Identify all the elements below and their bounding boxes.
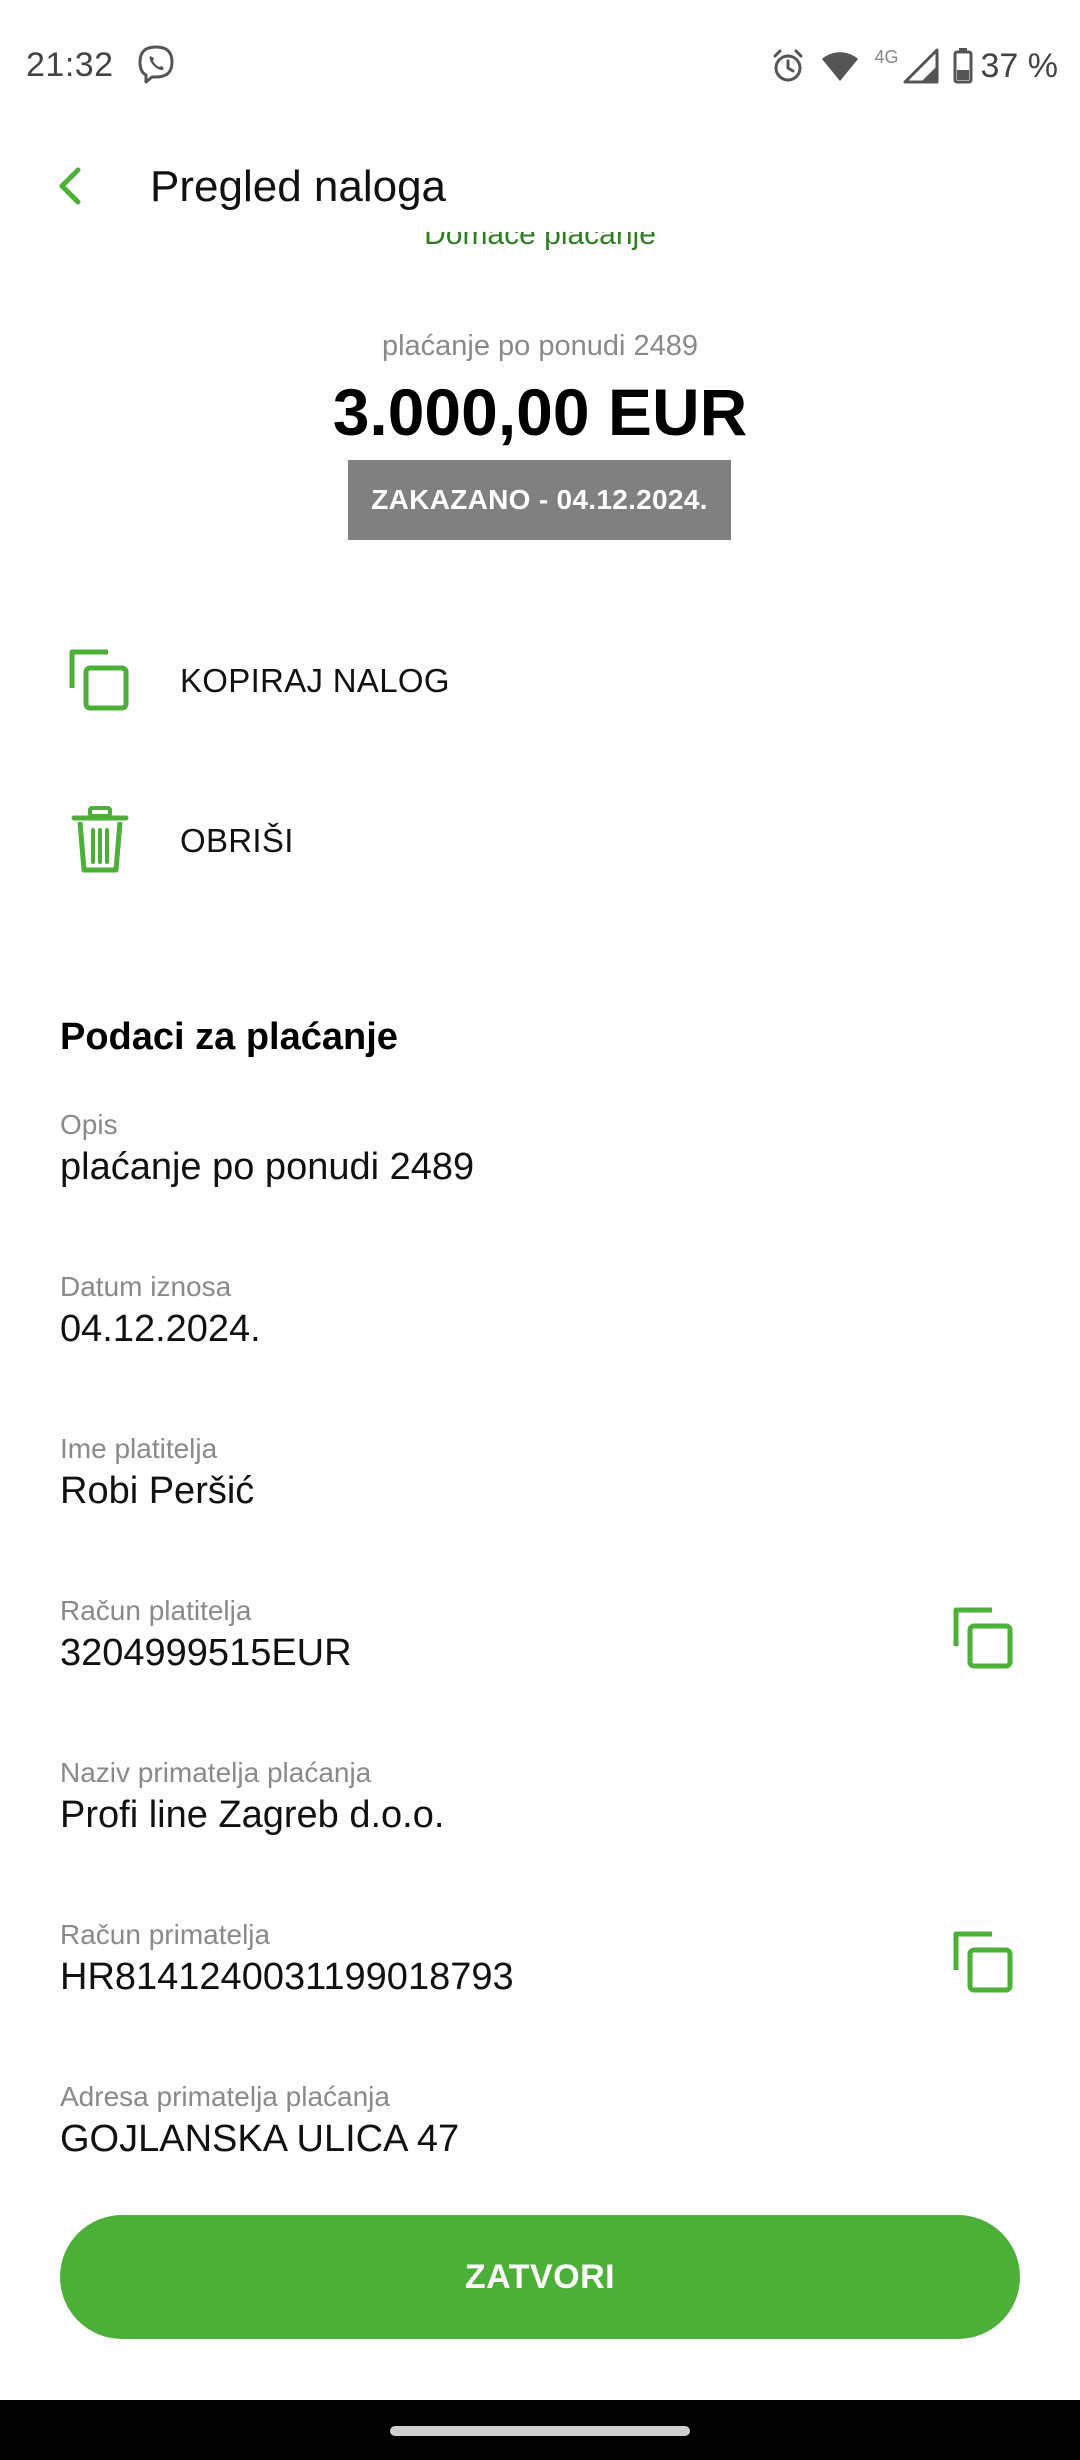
copy-icon — [64, 644, 136, 716]
back-button[interactable] — [48, 162, 96, 210]
field-recipient-address: Adresa primatelja plaćanja GOJLANSKA ULI… — [60, 2080, 1020, 2162]
system-nav-bar — [0, 2400, 1080, 2460]
status-icons: 4G 37 % — [770, 44, 1058, 88]
field-value: Robi Peršić — [60, 1470, 255, 1512]
battery-icon — [953, 48, 973, 84]
field-label: Datum iznosa — [60, 1271, 232, 1302]
status-bar: 21:32 4G 37 % — [0, 0, 1080, 132]
copy-icon — [953, 1607, 1013, 1669]
signal-icon — [903, 48, 939, 84]
payment-description: plaćanje po ponudi 2489 — [381, 330, 699, 362]
copy-order-button[interactable]: KOPIRAJ NALOG — [0, 620, 1080, 740]
field-payer-name: Ime platitelja Robi Peršić — [60, 1432, 1020, 1514]
field-value: Profi line Zagreb d.o.o. — [60, 1794, 445, 1836]
section-title: Podaci za plaćanje — [60, 1016, 398, 1058]
field-value: 04.12.2024. — [60, 1308, 261, 1350]
field-label: Račun primatelja — [60, 1919, 271, 1950]
app-bar: Pregled naloga — [0, 140, 1080, 232]
field-label: Račun platitelja — [60, 1595, 252, 1626]
field-label: Ime platitelja — [60, 1433, 218, 1464]
trash-icon — [64, 804, 136, 876]
field-label: Opis — [60, 1109, 118, 1140]
alarm-icon — [770, 48, 806, 84]
viber-icon — [136, 44, 176, 86]
delete-button[interactable]: OBRIŠI — [0, 780, 1080, 900]
field-payer-account: Račun platitelja 3204999515EUR — [60, 1594, 1020, 1676]
field-label: Naziv primatelja plaćanja — [60, 1757, 372, 1788]
payment-type-label: Domaće plaćanje — [424, 232, 656, 251]
field-recipient-name: Naziv primatelja plaćanja Profi line Zag… — [60, 1756, 1020, 1838]
field-amount-date: Datum iznosa 04.12.2024. — [60, 1270, 1020, 1352]
payment-amount: 3.000,00 EUR — [332, 375, 748, 449]
field-description: Opis plaćanje po ponudi 2489 — [60, 1108, 1020, 1190]
battery-percent: 37 % — [980, 46, 1059, 85]
copy-order-label: KOPIRAJ NALOG — [180, 662, 450, 699]
field-recipient-account: Račun primatelja HR8141240031199018793 — [60, 1918, 1020, 2000]
field-value: GOJLANSKA ULICA 47 — [60, 2118, 460, 2160]
copy-icon — [953, 1931, 1013, 1993]
copy-payer-account-button[interactable] — [950, 1604, 1020, 1674]
content-scroll-area[interactable]: Domaće plaćanje plaćanje po ponudi 2489 … — [0, 232, 1080, 2162]
copy-recipient-account-button[interactable] — [950, 1928, 1020, 1998]
wifi-icon — [820, 49, 860, 83]
field-value: plaćanje po ponudi 2489 — [60, 1146, 475, 1188]
home-indicator[interactable] — [390, 2426, 690, 2436]
bottom-action-area: ZATVORI — [0, 2162, 1080, 2400]
field-label: Adresa primatelja plaćanja — [60, 2081, 390, 2112]
close-button[interactable]: ZATVORI — [60, 2215, 1020, 2339]
network-label: 4G — [874, 46, 899, 67]
status-badge: ZAKAZANO - 04.12.2024. — [348, 460, 731, 540]
arrow-left-icon — [59, 167, 81, 205]
status-time: 21:32 — [26, 46, 114, 84]
field-value: HR8141240031199018793 — [60, 1956, 514, 1998]
delete-label: OBRIŠI — [180, 822, 294, 859]
page-title: Pregled naloga — [150, 162, 447, 211]
field-value: 3204999515EUR — [60, 1632, 352, 1674]
